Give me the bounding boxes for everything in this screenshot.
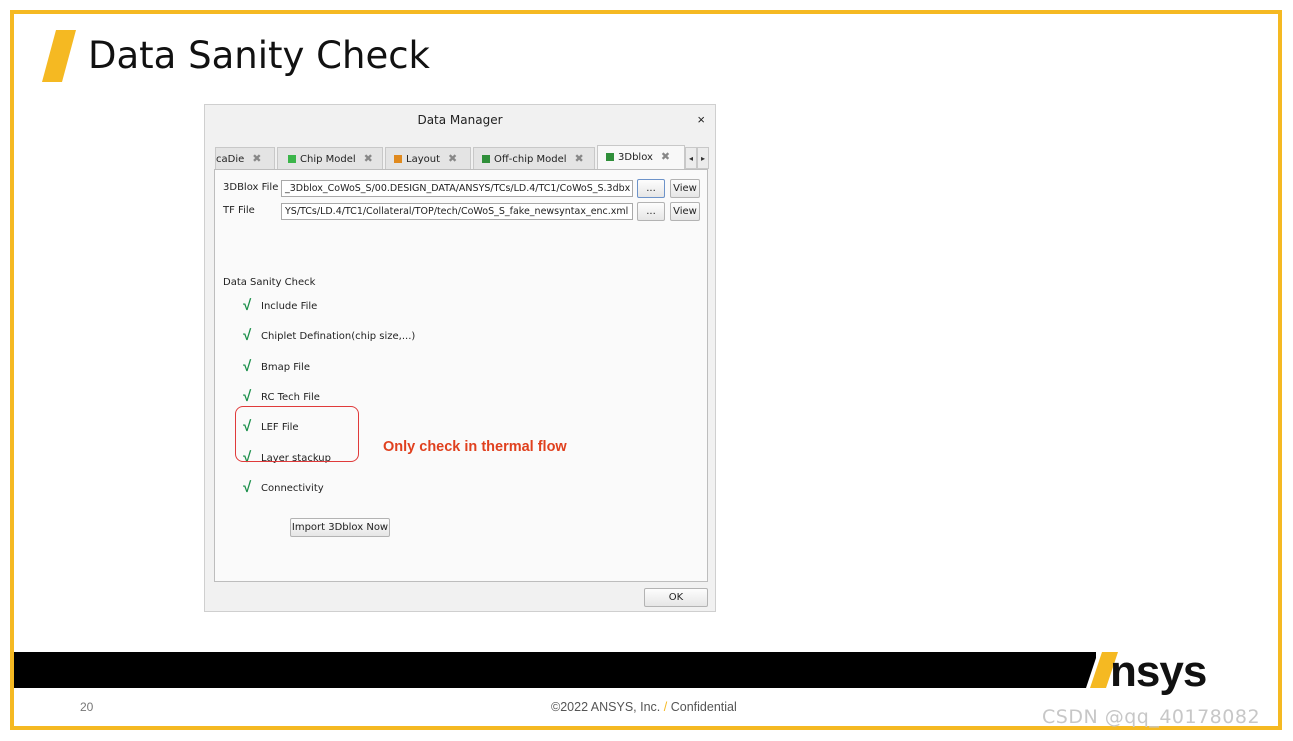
tab-cadie-label: caDie bbox=[216, 154, 245, 165]
close-icon[interactable]: ✖ bbox=[252, 152, 261, 165]
page-number: 20 bbox=[80, 700, 94, 714]
check-label: Chiplet Defination(chip size,...) bbox=[261, 331, 416, 342]
tab-scroll-right-icon[interactable]: ▸ bbox=[697, 147, 709, 169]
off-chip-model-icon bbox=[482, 155, 490, 163]
close-icon[interactable]: ✖ bbox=[661, 150, 670, 163]
dialog-title: Data Manager bbox=[417, 113, 503, 127]
check-item: √ Connectivity bbox=[243, 479, 503, 499]
check-label: RC Tech File bbox=[261, 392, 320, 403]
copyright: ©2022 ANSYS, Inc. / Confidential bbox=[551, 700, 737, 714]
tab-cadie[interactable]: caDie ✖ bbox=[215, 147, 275, 170]
checkmark-icon: √ bbox=[243, 358, 252, 375]
copyright-prefix: ©2022 ANSYS, Inc. bbox=[551, 700, 661, 714]
chip-model-icon bbox=[288, 155, 296, 163]
checkmark-icon: √ bbox=[243, 327, 252, 344]
tab-chip-model[interactable]: Chip Model ✖ bbox=[277, 147, 383, 170]
close-icon[interactable]: ✖ bbox=[575, 152, 584, 165]
tab-layout[interactable]: Layout ✖ bbox=[385, 147, 471, 170]
tab-layout-label: Layout bbox=[406, 154, 440, 165]
check-label: Include File bbox=[261, 301, 318, 312]
thermal-flow-note: Only check in thermal flow bbox=[383, 439, 567, 455]
tf-file-label: TF File bbox=[223, 205, 255, 216]
watermark: CSDN @qq_40178082 bbox=[1042, 706, 1261, 728]
checkmark-icon: √ bbox=[243, 297, 252, 314]
tab-off-chip-model[interactable]: Off-chip Model ✖ bbox=[473, 147, 595, 170]
tab-off-chip-model-label: Off-chip Model bbox=[494, 154, 567, 165]
footer-bar bbox=[14, 652, 1096, 688]
sanity-check-heading: Data Sanity Check bbox=[223, 277, 316, 288]
close-icon[interactable]: ✖ bbox=[448, 152, 457, 165]
3dblox-file-label: 3DBlox File bbox=[223, 182, 279, 193]
tf-view-button[interactable]: View bbox=[670, 202, 700, 221]
check-label: Connectivity bbox=[261, 483, 324, 494]
copyright-separator: / bbox=[663, 700, 668, 714]
import-3dblox-button[interactable]: Import 3Dblox Now bbox=[290, 518, 390, 537]
checkmark-icon: √ bbox=[243, 388, 252, 405]
3dblox-icon bbox=[606, 153, 614, 161]
tab-chip-model-label: Chip Model bbox=[300, 154, 356, 165]
tab-3dblox-label: 3Dblox bbox=[618, 152, 653, 163]
check-label: Bmap File bbox=[261, 362, 310, 373]
check-item: √ RC Tech File bbox=[243, 388, 503, 408]
close-icon[interactable]: ✖ bbox=[364, 152, 373, 165]
thermal-highlight-box bbox=[235, 406, 359, 462]
slide-title: Data Sanity Check bbox=[88, 34, 430, 77]
copyright-suffix: Confidential bbox=[670, 700, 737, 714]
3dblox-browse-button[interactable]: ... bbox=[637, 179, 665, 198]
title-accent-slash bbox=[42, 30, 76, 82]
layout-icon bbox=[394, 155, 402, 163]
check-item: √ Chiplet Defination(chip size,...) bbox=[243, 327, 503, 347]
ansys-logo: nsys bbox=[1110, 647, 1207, 696]
3dblox-file-input[interactable]: _3Dblox_CoWoS_S/00.DESIGN_DATA/ANSYS/TCs… bbox=[281, 180, 633, 197]
3dblox-view-button[interactable]: View bbox=[670, 179, 700, 198]
checkmark-icon: √ bbox=[243, 479, 252, 496]
tab-bar: caDie ✖ Chip Model ✖ Layout ✖ Off-chip Mode… bbox=[215, 145, 709, 171]
ok-button[interactable]: OK bbox=[644, 588, 708, 607]
close-icon[interactable]: × bbox=[697, 112, 705, 127]
tf-file-input[interactable]: YS/TCs/LD.4/TC1/Collateral/TOP/tech/CoWo… bbox=[281, 203, 633, 220]
tf-browse-button[interactable]: ... bbox=[637, 202, 665, 221]
check-item: √ Bmap File bbox=[243, 358, 503, 378]
tab-3dblox[interactable]: 3Dblox ✖ bbox=[597, 145, 685, 171]
data-manager-dialog: Data Manager × caDie ✖ Chip Model ✖ Layout… bbox=[204, 104, 716, 612]
check-item: √ Include File bbox=[243, 297, 503, 317]
tab-scroll-left-icon[interactable]: ◂ bbox=[685, 147, 697, 169]
3dblox-panel: 3DBlox File _3Dblox_CoWoS_S/00.DESIGN_DA… bbox=[214, 169, 708, 582]
